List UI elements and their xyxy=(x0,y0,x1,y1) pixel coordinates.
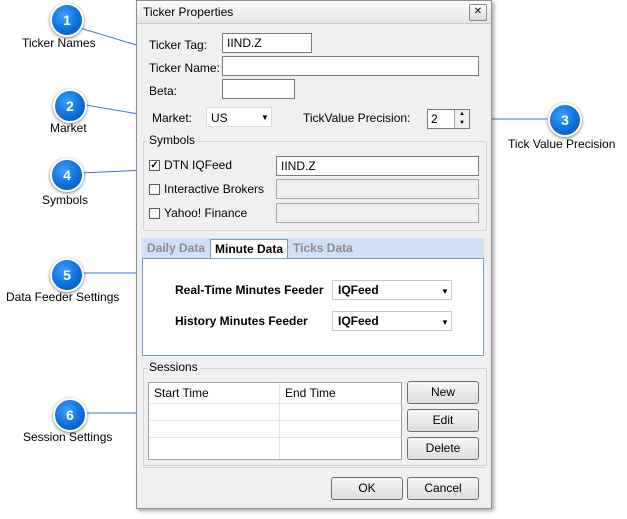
tick-precision-spinner[interactable]: 2 ▲ ▼ xyxy=(427,109,470,129)
callout-badge-1: 1 xyxy=(50,3,84,37)
footer-divider xyxy=(143,467,485,468)
data-tab-strip: Daily Data Minute Data Ticks Data xyxy=(142,238,484,259)
beta-input[interactable] xyxy=(222,79,295,99)
delete-session-button[interactable]: Delete xyxy=(407,437,479,460)
ticker-tag-input[interactable]: IIND.Z xyxy=(222,33,312,53)
market-label: Market: xyxy=(152,111,193,125)
realtime-feeder-value: IQFeed xyxy=(338,283,379,297)
tick-precision-label: TickValue Precision: xyxy=(303,111,411,125)
callout-badge-2: 2 xyxy=(53,89,87,123)
market-select[interactable]: US ▼ xyxy=(206,107,272,127)
new-session-button[interactable]: New xyxy=(407,381,479,404)
chevron-down-icon: ▼ xyxy=(261,113,269,122)
ticker-name-label: Ticker Name: xyxy=(149,61,220,75)
tick-precision-value: 2 xyxy=(431,112,438,126)
interactive-brokers-symbol-input[interactable] xyxy=(276,179,479,199)
tab-daily-data[interactable]: Daily Data xyxy=(147,241,205,255)
ticker-tag-label: Ticker Tag: xyxy=(149,38,208,52)
callout-label-data-feeder-settings: Data Feeder Settings xyxy=(6,290,120,304)
callout-badge-5: 5 xyxy=(50,258,84,292)
table-row xyxy=(149,437,401,455)
callout-label-session-settings: Session Settings xyxy=(23,430,113,444)
cancel-button[interactable]: Cancel xyxy=(407,477,479,500)
dtn-iqfeed-checkbox[interactable]: ✓ xyxy=(149,160,160,171)
chevron-down-icon: ▼ xyxy=(441,287,449,296)
symbols-legend: Symbols xyxy=(147,133,198,147)
ok-button[interactable]: OK xyxy=(331,477,403,500)
callout-label-market: Market xyxy=(50,121,87,135)
table-row xyxy=(149,403,401,421)
title-bar[interactable]: Ticker Properties ✕ xyxy=(137,1,491,24)
dtn-iqfeed-symbol-input[interactable]: IIND.Z xyxy=(276,156,479,176)
tab-minute-data[interactable]: Minute Data xyxy=(210,239,289,259)
history-feeder-label: History Minutes Feeder xyxy=(175,314,308,328)
callout-badge-6: 6 xyxy=(53,398,87,432)
table-row xyxy=(149,420,401,438)
sessions-legend: Sessions xyxy=(147,360,200,374)
window-title: Ticker Properties xyxy=(143,5,234,19)
ticker-name-input[interactable] xyxy=(222,56,479,76)
sessions-table[interactable]: Start Time End Time xyxy=(148,382,402,460)
interactive-brokers-label: Interactive Brokers xyxy=(164,182,265,196)
interactive-brokers-checkbox[interactable] xyxy=(149,184,160,195)
realtime-feeder-select[interactable]: IQFeed ▼ xyxy=(332,280,452,300)
callout-label-ticker-names: Ticker Names xyxy=(22,36,96,50)
yahoo-finance-symbol-input[interactable] xyxy=(276,203,479,223)
yahoo-finance-label: Yahoo! Finance xyxy=(164,206,248,220)
close-button[interactable]: ✕ xyxy=(469,4,487,21)
beta-label: Beta: xyxy=(149,84,178,98)
dtn-iqfeed-label: DTN IQFeed xyxy=(164,158,233,172)
callout-label-tick-value-precision: Tick Value Precision xyxy=(508,137,616,151)
spin-down-icon[interactable]: ▼ xyxy=(454,119,469,128)
market-select-value: US xyxy=(211,111,228,125)
edit-session-button[interactable]: Edit xyxy=(407,409,479,432)
callout-badge-3: 3 xyxy=(548,103,582,137)
yahoo-finance-checkbox[interactable] xyxy=(149,208,160,219)
start-time-header[interactable]: Start Time xyxy=(149,383,279,403)
tab-ticks-data[interactable]: Ticks Data xyxy=(293,241,353,255)
ticker-properties-window: Ticker Properties ✕ Ticker Tag: IIND.Z T… xyxy=(136,0,492,509)
realtime-feeder-label: Real-Time Minutes Feeder xyxy=(175,283,324,297)
callout-badge-4: 4 xyxy=(50,158,84,192)
minute-data-panel: Real-Time Minutes Feeder IQFeed ▼ Histor… xyxy=(142,258,484,356)
history-feeder-select[interactable]: IQFeed ▼ xyxy=(332,311,452,331)
history-feeder-value: IQFeed xyxy=(338,314,379,328)
chevron-down-icon: ▼ xyxy=(441,318,449,327)
end-time-header[interactable]: End Time xyxy=(280,383,401,403)
callout-label-symbols: Symbols xyxy=(42,193,89,207)
